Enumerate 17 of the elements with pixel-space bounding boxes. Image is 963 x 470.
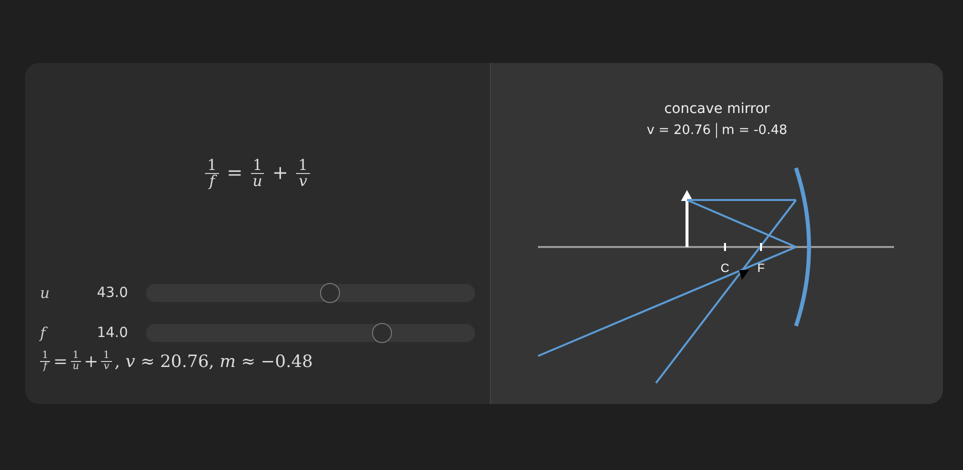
slider-track[interactable] [146, 324, 475, 342]
variable-label: u [40, 284, 51, 302]
readout-text: v = 20.76 [646, 123, 712, 138]
readout-text: m = -0.48 [716, 123, 792, 138]
diagram-title: concave mirror [664, 101, 770, 117]
object-arrow [681, 190, 693, 247]
point-label: C [720, 261, 730, 275]
slider-thumb[interactable] [372, 323, 392, 343]
tick-mark [760, 243, 762, 251]
slider-track[interactable] [146, 284, 475, 302]
point-label: F [757, 261, 765, 275]
value-label: 43.0 [96, 285, 128, 301]
variable-label: f [40, 324, 49, 342]
tick-mark [724, 243, 726, 251]
value-label: 14.0 [96, 325, 128, 341]
slider-thumb[interactable] [320, 283, 340, 303]
image-arrow [739, 270, 749, 280]
